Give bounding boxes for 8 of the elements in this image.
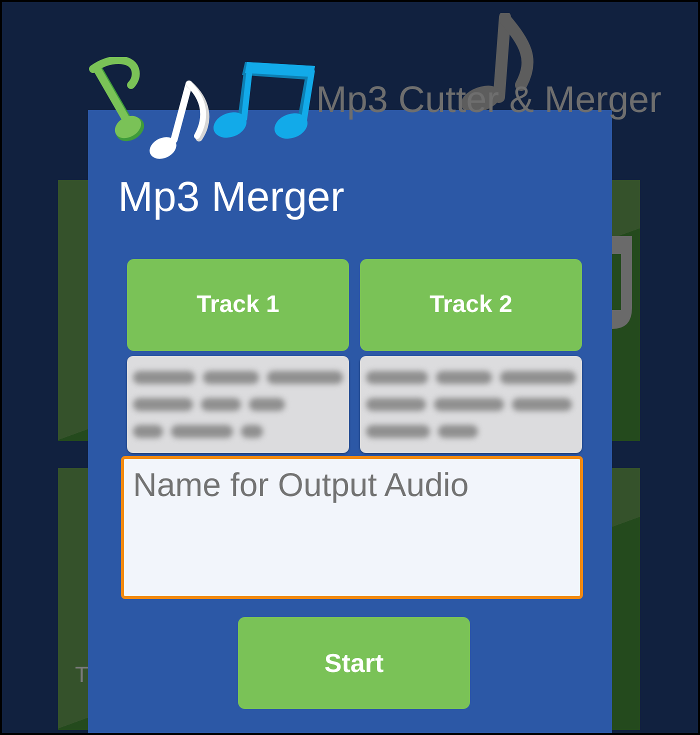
music-note-icon xyxy=(147,78,211,162)
dialog-title: Mp3 Merger xyxy=(118,172,344,222)
start-button[interactable]: Start xyxy=(238,617,470,709)
track-button[interactable]: Track 2 xyxy=(360,259,582,351)
output-name-field[interactable]: Name for Output Audio xyxy=(121,456,583,599)
bracket-icon xyxy=(612,236,632,329)
track-button[interactable]: Track 1 xyxy=(127,259,349,351)
card-title: T xyxy=(75,662,88,688)
